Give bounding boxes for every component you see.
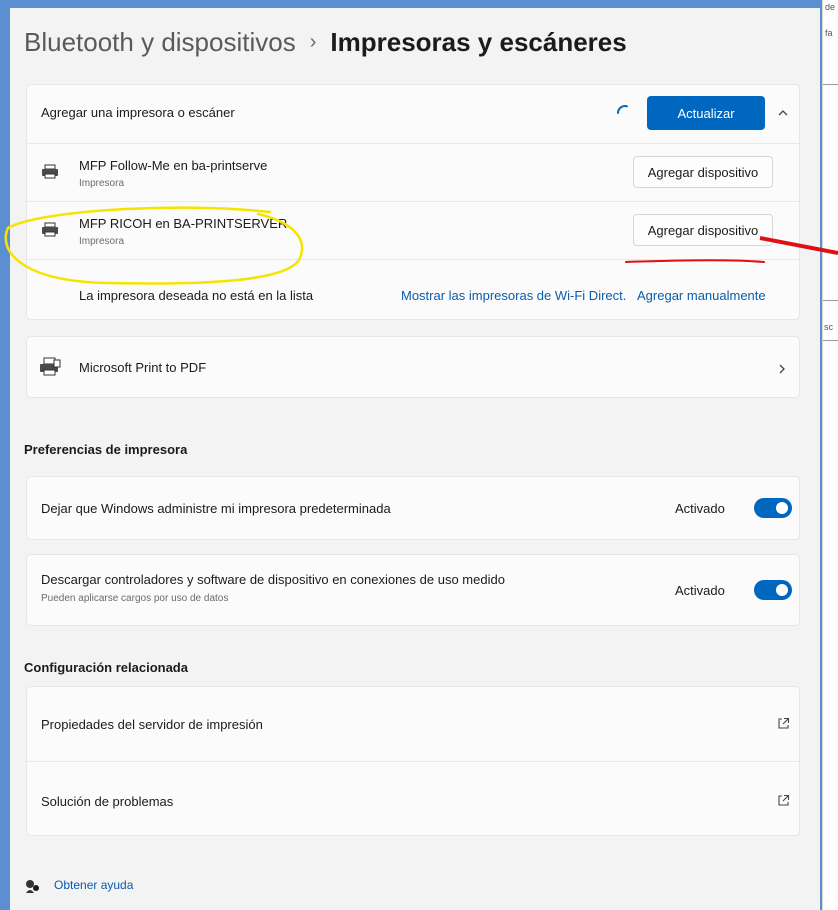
printer-icon bbox=[42, 164, 58, 179]
device-row-follow-me: MFP Follow-Me en ba-printserve Impresora… bbox=[27, 144, 801, 200]
help-label: Obtener ayuda bbox=[54, 878, 134, 892]
preference-label: Dejar que Windows administre mi impresor… bbox=[41, 501, 391, 516]
device-type: Impresora bbox=[79, 178, 125, 189]
add-printer-title: Agregar una impresora o escáner bbox=[41, 105, 235, 120]
related-settings-heading: Configuración relacionada bbox=[24, 660, 188, 675]
device-name: MFP RICOH en BA-PRINTSERVER bbox=[79, 216, 288, 231]
related-settings-panel: Propiedades del servidor de impresión So… bbox=[26, 686, 800, 836]
add-device-button[interactable]: Agregar dispositivo bbox=[633, 214, 773, 246]
get-help-link[interactable]: Obtener ayuda bbox=[24, 876, 224, 896]
background-line bbox=[823, 84, 838, 85]
preference-row: Dejar que Windows administre mi impresor… bbox=[26, 476, 800, 540]
help-person-icon bbox=[26, 880, 39, 893]
breadcrumb-parent[interactable]: Bluetooth y dispositivos bbox=[24, 27, 296, 58]
printer-not-listed-text: La impresora deseada no está en la lista bbox=[79, 288, 314, 303]
print-server-properties-link[interactable]: Propiedades del servidor de impresión bbox=[27, 687, 801, 761]
background-text: fa bbox=[825, 28, 833, 38]
background-window: de fa sc bbox=[822, 0, 838, 910]
settings-window: Bluetooth y dispositivos › Impresoras y … bbox=[10, 8, 820, 910]
device-name: MFP Follow-Me en ba-printserve bbox=[79, 158, 268, 173]
toggle-state-label: Activado bbox=[675, 501, 725, 516]
default-printer-toggle[interactable] bbox=[754, 498, 792, 518]
preference-label: Descargar controladores y software de di… bbox=[41, 572, 505, 587]
loading-spinner-icon bbox=[617, 105, 628, 114]
page-title: Impresoras y escáneres bbox=[330, 26, 627, 57]
breadcrumb-separator: › bbox=[309, 30, 317, 53]
background-line bbox=[823, 340, 838, 341]
external-link-icon bbox=[778, 794, 790, 806]
toggle-knob bbox=[776, 502, 788, 514]
metered-download-toggle[interactable] bbox=[754, 580, 792, 600]
preferences-heading: Preferencias de impresora bbox=[24, 442, 188, 457]
external-link-icon bbox=[778, 717, 790, 729]
divider bbox=[27, 259, 799, 260]
chevron-up-icon[interactable] bbox=[777, 108, 789, 118]
device-row-ricoh: MFP RICOH en BA-PRINTSERVER Impresora Ag… bbox=[27, 202, 801, 258]
printer-item[interactable]: Microsoft Print to PDF bbox=[26, 336, 800, 398]
wifi-direct-link[interactable]: Mostrar las impresoras de Wi-Fi Direct. bbox=[401, 288, 626, 303]
preference-row: Descargar controladores y software de di… bbox=[26, 554, 800, 626]
printer-icon bbox=[42, 222, 58, 237]
printer-name: Microsoft Print to PDF bbox=[79, 360, 207, 375]
background-text: de bbox=[825, 2, 836, 12]
device-type: Impresora bbox=[79, 236, 125, 247]
toggle-knob bbox=[776, 584, 788, 596]
add-device-button[interactable]: Agregar dispositivo bbox=[633, 156, 773, 188]
toggle-state-label: Activado bbox=[675, 583, 725, 598]
pdf-printer-icon bbox=[40, 357, 61, 376]
add-printer-panel: Agregar una impresora o escáner Actualiz… bbox=[26, 84, 800, 320]
background-text: sc bbox=[824, 322, 833, 332]
refresh-button[interactable]: Actualizar bbox=[647, 96, 765, 130]
related-item-label: Solución de problemas bbox=[41, 794, 174, 809]
troubleshoot-link[interactable]: Solución de problemas bbox=[27, 762, 801, 836]
breadcrumb: Bluetooth y dispositivos › Impresoras y … bbox=[24, 22, 627, 62]
chevron-right-icon bbox=[779, 364, 785, 374]
add-manually-link[interactable]: Agregar manualmente bbox=[637, 288, 766, 303]
related-item-label: Propiedades del servidor de impresión bbox=[41, 717, 263, 732]
background-line bbox=[823, 300, 838, 301]
preference-sublabel: Pueden aplicarse cargos por uso de datos bbox=[41, 593, 229, 604]
